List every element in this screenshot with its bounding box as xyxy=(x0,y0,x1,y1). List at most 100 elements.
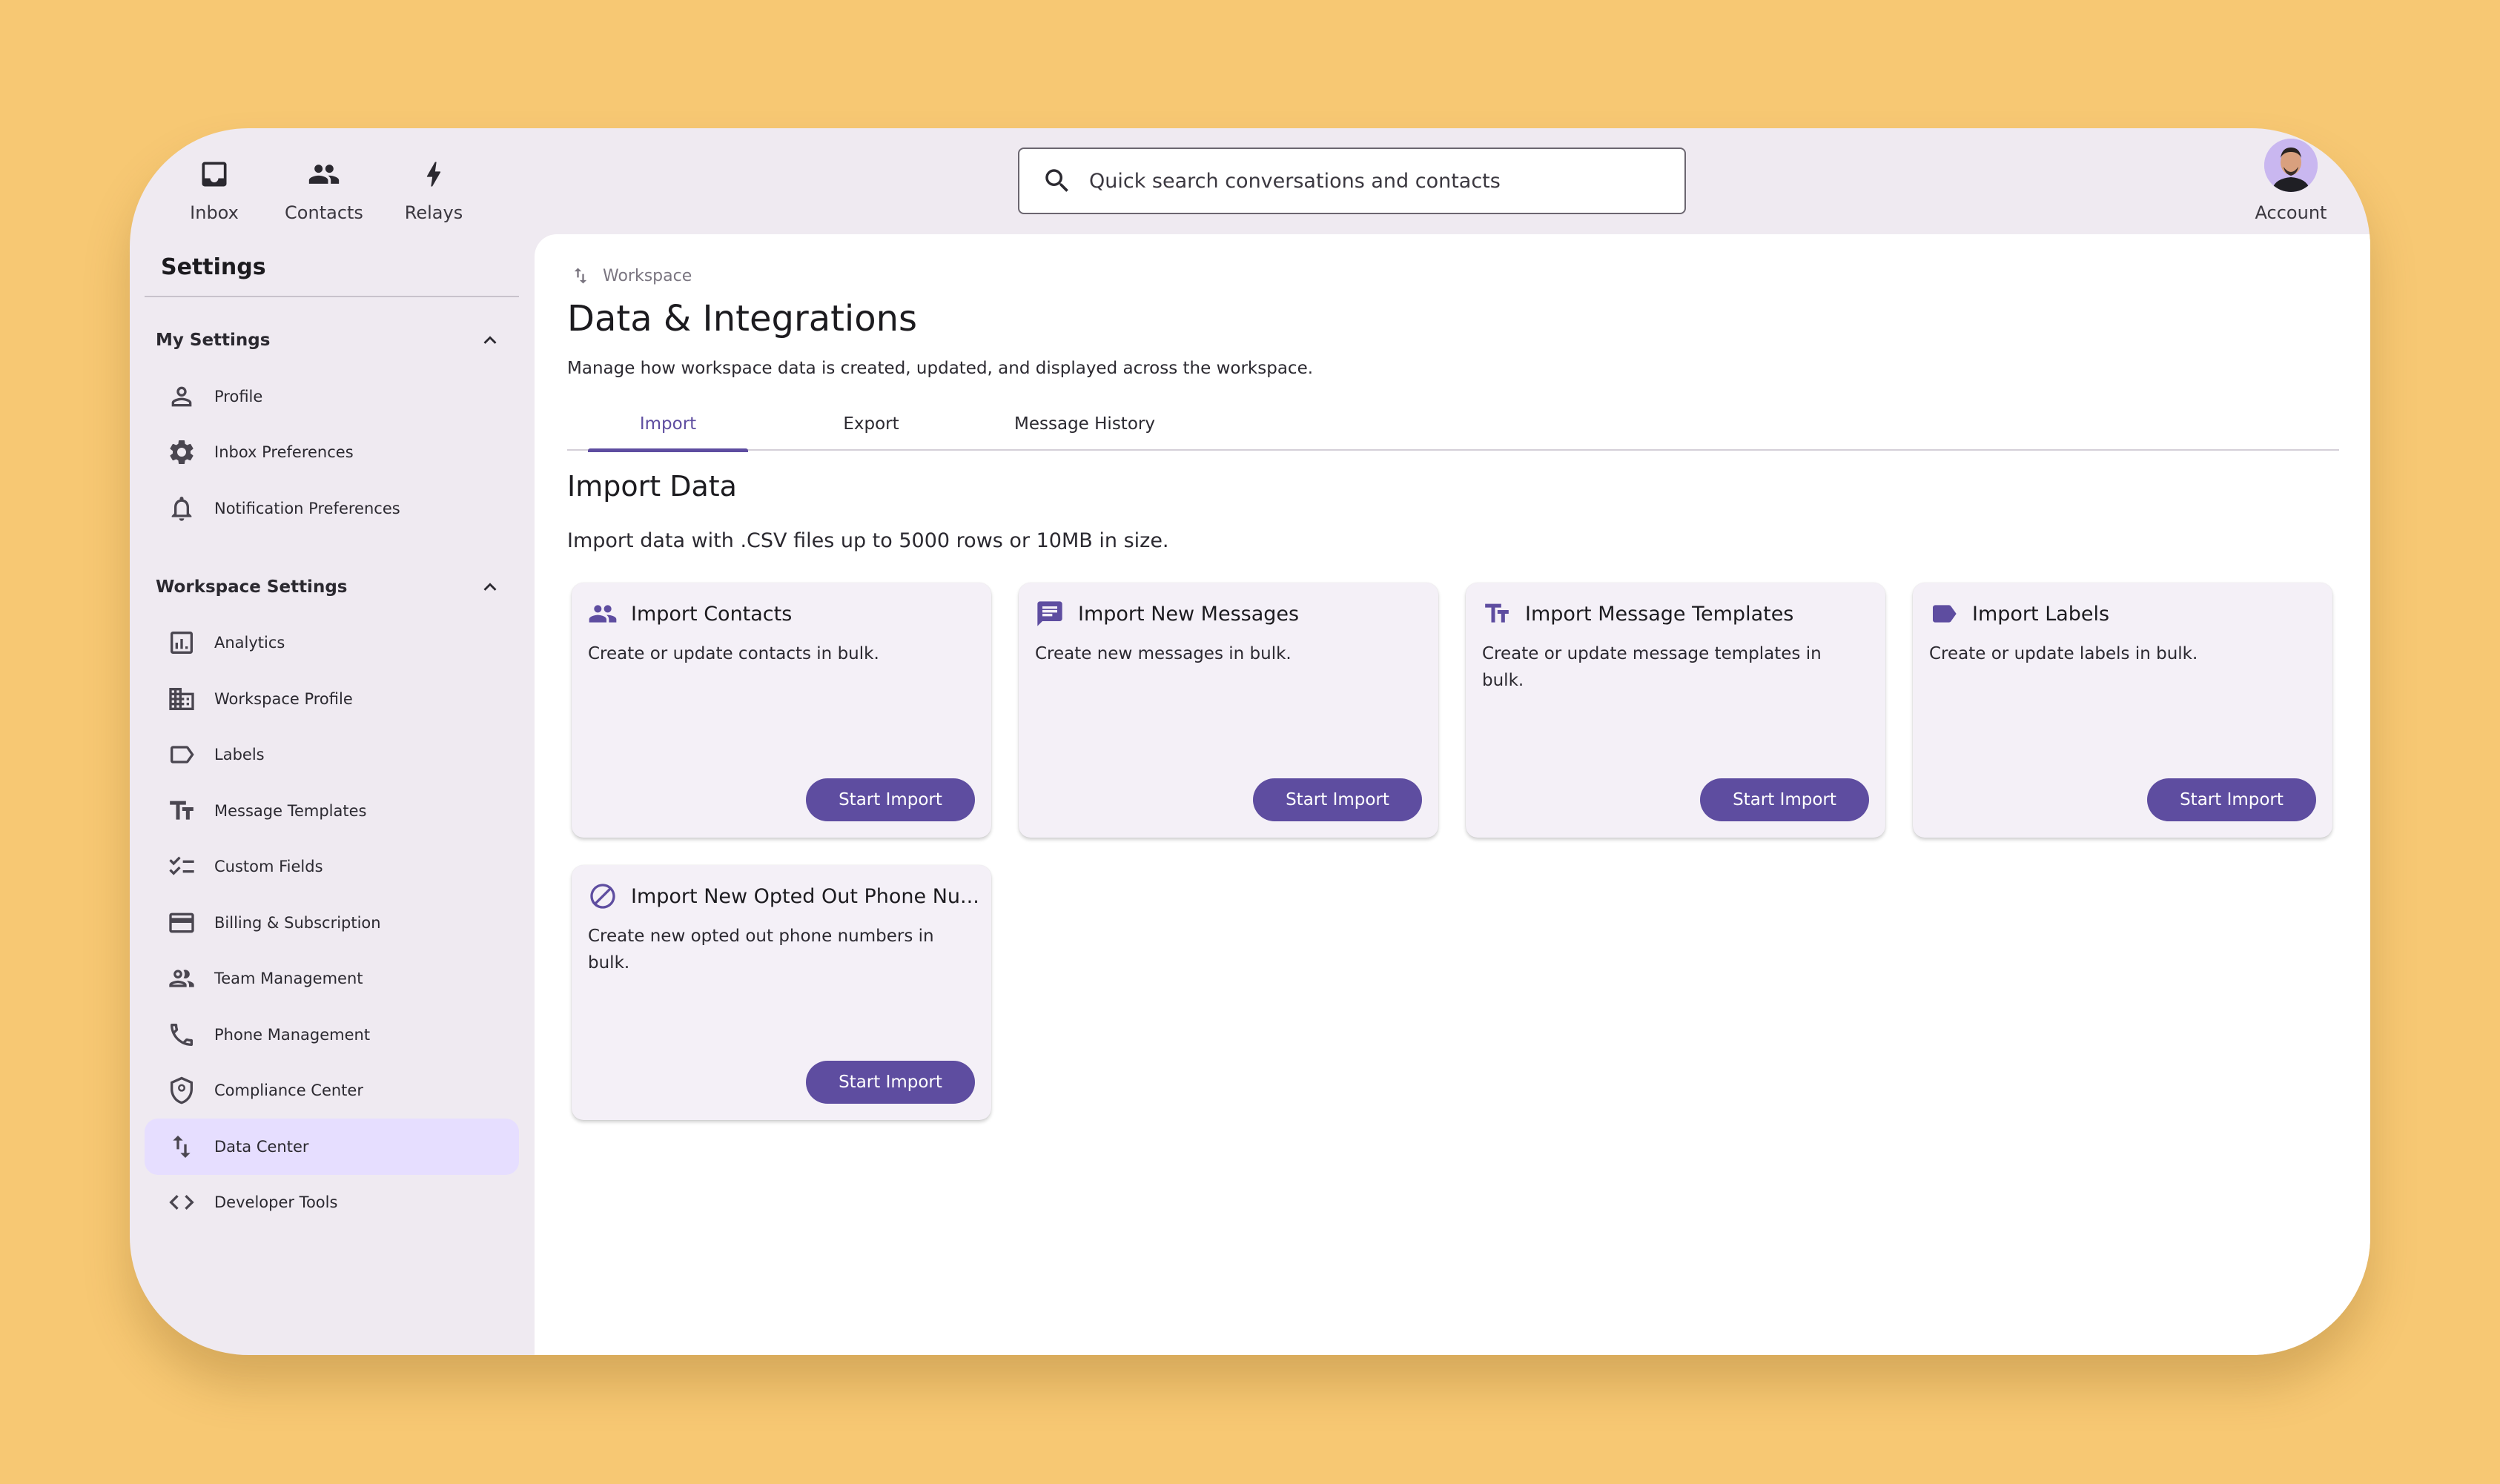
sidebar-item-label: Workspace Profile xyxy=(214,689,353,708)
bell-icon xyxy=(171,496,192,521)
import-opted-out-card: Import New Opted Out Phone Nu... Create … xyxy=(572,865,991,1120)
page-subtitle: Manage how workspace data is created, up… xyxy=(567,359,1314,378)
tab-indicator xyxy=(588,448,748,452)
sidebar-item-label: Custom Fields xyxy=(214,858,323,876)
text-icon xyxy=(170,801,194,820)
sidebar-item-compliance-center[interactable]: Compliance Center xyxy=(145,1063,519,1119)
sidebar-item-message-templates[interactable]: Message Templates xyxy=(145,783,519,839)
sidebar-item-phone-management[interactable]: Phone Management xyxy=(145,1007,519,1063)
message-icon xyxy=(1037,601,1062,626)
main-panel: Workspace Data & Integrations Manage how… xyxy=(535,234,2370,1355)
code-icon xyxy=(169,1195,194,1210)
my-settings-label: My Settings xyxy=(156,331,271,350)
start-import-button[interactable]: Start Import xyxy=(806,778,975,821)
sidebar-item-inbox-preferences[interactable]: Inbox Preferences xyxy=(145,425,519,481)
card-title: Import Contacts xyxy=(631,602,793,626)
card-title: Import Message Templates xyxy=(1525,602,1794,626)
contacts-icon xyxy=(308,165,340,184)
sidebar-item-label: Labels xyxy=(214,746,265,764)
import-labels-card: Import Labels Create or update labels in… xyxy=(1913,583,2332,838)
contacts-icon xyxy=(589,605,617,623)
start-import-button[interactable]: Start Import xyxy=(806,1061,975,1104)
card-icon xyxy=(169,912,194,933)
breadcrumb[interactable]: Workspace xyxy=(570,265,692,286)
my-settings-header[interactable]: My Settings xyxy=(145,312,519,368)
sidebar-item-label: Data Center xyxy=(214,1137,309,1156)
sidebar-item-label: Phone Management xyxy=(214,1025,371,1044)
sidebar-item-label: Compliance Center xyxy=(214,1081,363,1100)
account-menu[interactable]: Account xyxy=(2243,139,2339,223)
sidebar-item-label: Analytics xyxy=(214,634,285,652)
card-description: Create or update message templates in bu… xyxy=(1482,644,1822,690)
gear-icon xyxy=(170,440,194,465)
building-icon xyxy=(169,687,194,710)
workspace-settings-header[interactable]: Workspace Settings xyxy=(145,559,519,615)
settings-sidebar: Settings My Settings Profile Inbox Prefe… xyxy=(145,238,519,1230)
import-templates-card: Import Message Templates Create or updat… xyxy=(1466,583,1885,838)
sidebar-item-custom-fields[interactable]: Custom Fields xyxy=(145,839,519,895)
nav-contacts-label: Contacts xyxy=(285,202,363,223)
start-import-button[interactable]: Start Import xyxy=(1253,778,1422,821)
import-messages-card: Import New Messages Create new messages … xyxy=(1019,583,1438,838)
tab-import[interactable]: Import xyxy=(588,397,748,452)
chevron-up-icon[interactable] xyxy=(477,574,503,600)
card-description: Create new messages in bulk. xyxy=(1035,644,1292,663)
card-description: Create new opted out phone numbers in bu… xyxy=(588,927,934,973)
sidebar-item-analytics[interactable]: Analytics xyxy=(145,615,519,672)
sidebar-item-profile[interactable]: Profile xyxy=(145,368,519,425)
analytics-icon xyxy=(171,632,193,655)
search-input[interactable] xyxy=(1089,169,1653,193)
text-icon xyxy=(1485,603,1509,623)
checklist-icon xyxy=(169,856,194,875)
sidebar-item-data-center[interactable]: Data Center xyxy=(145,1119,519,1175)
inbox-icon xyxy=(202,162,227,187)
card-title: Import New Opted Out Phone Nu... xyxy=(631,884,979,908)
sidebar-item-label: Profile xyxy=(214,387,263,405)
bolt-icon xyxy=(426,162,441,187)
sidebar-item-label: Notification Preferences xyxy=(214,499,400,517)
nav-inbox-label: Inbox xyxy=(190,202,239,223)
tab-label: Import xyxy=(639,414,697,434)
sidebar-item-team-management[interactable]: Team Management xyxy=(145,951,519,1007)
import-contacts-card: Import Contacts Create or update contact… xyxy=(572,583,991,838)
nav-relays-label: Relays xyxy=(404,202,463,223)
sidebar-divider xyxy=(145,296,519,297)
card-header: Import Contacts xyxy=(588,599,981,629)
tab-message-history[interactable]: Message History xyxy=(988,397,1181,451)
sidebar-item-label: Inbox Preferences xyxy=(214,443,354,462)
card-header: Import Message Templates xyxy=(1482,599,1875,629)
sidebar-item-notification-preferences[interactable]: Notification Preferences xyxy=(145,480,519,537)
shield-icon xyxy=(171,1076,193,1104)
tab-label: Export xyxy=(843,414,899,434)
sidebar-item-label: Team Management xyxy=(214,970,363,988)
sidebar-item-workspace-profile[interactable]: Workspace Profile xyxy=(145,671,519,727)
account-label: Account xyxy=(2255,202,2327,223)
tab-export[interactable]: Export xyxy=(791,397,951,451)
sidebar-item-billing[interactable]: Billing & Subscription xyxy=(145,895,519,951)
quick-search[interactable] xyxy=(1018,148,1686,214)
card-header: Import New Opted Out Phone Nu... xyxy=(588,881,981,911)
block-icon xyxy=(590,884,615,909)
app-window: Inbox Contacts Relays Account Settings xyxy=(130,128,2370,1355)
search-icon xyxy=(1045,169,1068,192)
card-description: Create or update labels in bulk. xyxy=(1929,644,2198,663)
start-import-button[interactable]: Start Import xyxy=(2147,778,2316,821)
sidebar-item-labels[interactable]: Labels xyxy=(145,727,519,784)
card-title: Import Labels xyxy=(1972,602,2110,626)
card-header: Import Labels xyxy=(1929,599,2322,629)
card-header: Import New Messages xyxy=(1035,599,1428,629)
section-subtitle: Import data with .CSV files up to 5000 r… xyxy=(567,529,1169,552)
sidebar-title: Settings xyxy=(161,254,266,280)
start-import-button[interactable]: Start Import xyxy=(1700,778,1869,821)
sidebar-item-developer-tools[interactable]: Developer Tools xyxy=(145,1175,519,1231)
swap-icon xyxy=(574,268,587,284)
breadcrumb-label: Workspace xyxy=(603,266,692,285)
section-title: Import Data xyxy=(567,470,737,503)
phone-icon xyxy=(171,1023,193,1046)
avatar[interactable] xyxy=(2264,139,2318,192)
person-icon xyxy=(171,386,192,407)
chevron-up-icon[interactable] xyxy=(477,328,503,353)
swap-icon xyxy=(173,1135,191,1158)
label-icon xyxy=(171,746,194,763)
card-description: Create or update contacts in bulk. xyxy=(588,644,879,663)
